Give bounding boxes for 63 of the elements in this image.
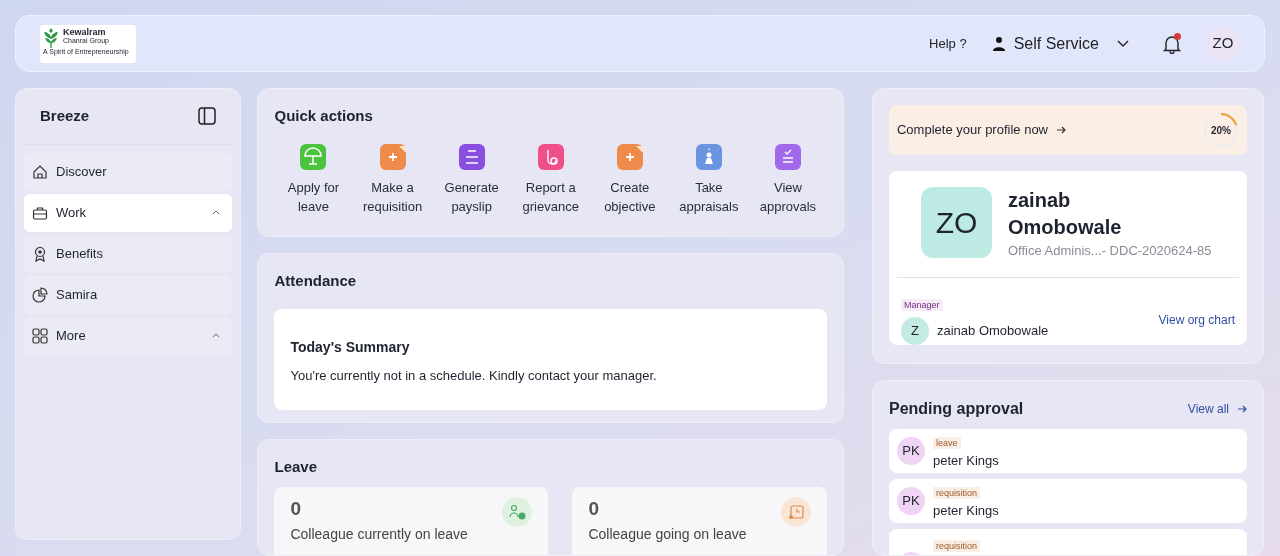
- quick-action-button[interactable]: Generate payslip: [436, 143, 507, 216]
- banner-text: Complete your profile now: [897, 121, 1048, 140]
- profile-last-name: Omobowale: [1008, 215, 1123, 240]
- requester-avatar: PK: [897, 437, 925, 465]
- quick-action-button[interactable]: Create objective: [594, 143, 665, 216]
- chevron-up-icon: [212, 210, 221, 215]
- sidebar-toggle-icon[interactable]: [198, 107, 217, 126]
- profile-avatar: ZO: [921, 187, 992, 258]
- chevron-up-icon: [212, 333, 221, 338]
- section-title: Quick actions: [274, 106, 374, 126]
- logo-text: Kewalram: [63, 28, 107, 38]
- briefcase-icon: [32, 204, 48, 221]
- progress-ring: [1203, 112, 1239, 148]
- request-type-tag: requisition: [933, 540, 980, 553]
- arrow-right-icon: [1056, 125, 1066, 135]
- summary-message: You're currently not in a schedule. Kindly contact your manager.: [290, 366, 658, 385]
- section-title: Leave: [274, 457, 318, 477]
- org-chart-link[interactable]: View org chart: [1158, 311, 1235, 329]
- stat-value: 0: [588, 496, 601, 520]
- quick-action-button[interactable]: View approvals: [752, 143, 823, 216]
- user-avatar[interactable]: ZO: [1206, 26, 1240, 61]
- sidebar-item[interactable]: Discover: [24, 152, 233, 191]
- profile-subtitle: Office Adminis...- DDC-2020624-85: [1008, 242, 1212, 260]
- pie-chart-icon: [32, 286, 48, 303]
- stat-label: Colleague currently on leave: [290, 524, 468, 544]
- section-title: Pending approval: [889, 399, 1024, 419]
- requester-name: peter Kings: [933, 452, 999, 470]
- sidebar-item[interactable]: Benefits: [24, 234, 233, 273]
- profile-completion-banner[interactable]: Complete your profile now 20%: [889, 105, 1247, 155]
- profile-first-name: zainab: [1008, 188, 1072, 213]
- quick-action-button[interactable]: Report a grievance: [515, 143, 586, 216]
- manager-avatar: Z: [901, 317, 929, 345]
- sidebar-item[interactable]: Work: [24, 193, 233, 232]
- house-icon: [32, 163, 48, 180]
- section-title: Attendance: [274, 271, 358, 291]
- manager-name: zainab Omobowale: [937, 322, 1049, 341]
- approval-item[interactable]: PK requisition peter Kings: [889, 479, 1247, 523]
- stat-label: Colleague going on leave: [588, 524, 747, 544]
- person-icon: [991, 35, 1006, 52]
- view-all-link[interactable]: View all: [1187, 400, 1247, 418]
- quick-action-button[interactable]: Apply for leave: [278, 143, 349, 216]
- summary-title: Today's Summary: [290, 337, 411, 357]
- quick-action-button[interactable]: Make a requisition: [357, 143, 428, 216]
- request-type-tag: requisition: [933, 486, 980, 499]
- award-ribbon-icon: [32, 245, 48, 262]
- role-dropdown[interactable]: Self Service: [990, 30, 1130, 57]
- sidebar-item[interactable]: More: [24, 316, 233, 355]
- app-title: Breeze: [40, 106, 90, 126]
- stat-value: 0: [290, 496, 303, 520]
- requester-avatar: PK: [897, 487, 925, 515]
- sidebar-item[interactable]: Samira: [24, 275, 233, 314]
- grid-icon: [32, 327, 48, 344]
- bell-icon: [1162, 34, 1182, 55]
- approval-item[interactable]: PK leave peter Kings: [889, 429, 1247, 473]
- progress-reading: 20%: [1211, 123, 1231, 138]
- quick-action-button[interactable]: Take appraisals: [673, 143, 744, 216]
- arrow-right-icon: [1237, 404, 1247, 414]
- requester-name: peter Kings: [933, 502, 999, 520]
- chevron-down-icon: [1117, 39, 1129, 48]
- approval-item[interactable]: requisition: [889, 529, 1247, 555]
- request-type-tag: leave: [933, 436, 961, 449]
- manager-tag: Manager: [901, 298, 943, 311]
- help-link[interactable]: Help ?: [929, 33, 967, 54]
